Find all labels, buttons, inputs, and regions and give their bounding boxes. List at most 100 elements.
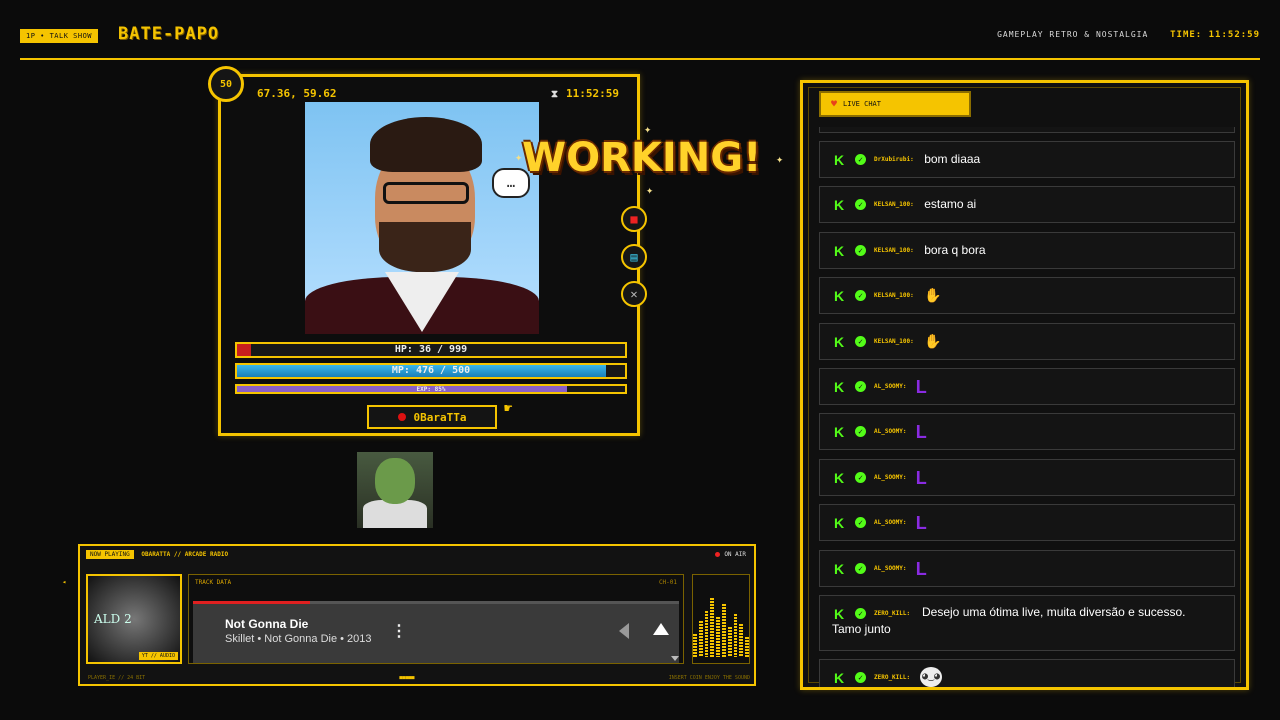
chat-message: K ✓ AL_SOOMY: L [819,504,1235,542]
chat-message: K ✓ AL_SOOMY: L [819,458,1235,496]
exp-label: EXP: 85% [416,386,446,393]
progress-bar[interactable] [193,601,310,604]
avatar-beard [379,222,471,272]
book-button[interactable]: ▤ [621,244,647,270]
top-bar: 1P • TALK SHOW BATE-PAPO GAMEPLAY RETRO … [20,22,1260,60]
clock-value: 11:52:59 [1208,30,1260,40]
heart-icon: ♥ [831,98,838,110]
eq-bar [745,637,749,657]
track-panel: TRACK DATA CH-01 Not Gonna Die Skillet •… [188,574,684,664]
emote-l: L [915,376,927,397]
eq-bar [722,604,726,657]
chat-message: K ✓ KELSAN_100: estamo ai [819,186,1235,224]
record-button[interactable]: ■ [621,206,647,232]
verified-icon: ✓ [855,672,866,684]
username-label: 0BaraTTa [413,410,467,424]
profile-card: 67.36, 59.62 ⧗ 11:52:59 HP: 36 / 999 MP: … [218,74,640,436]
chat-username[interactable]: KELSAN_100: [874,247,914,254]
eq-bar [727,627,732,657]
kick-icon: K [834,670,845,687]
live-dot-icon [397,413,406,421]
avatar [305,102,539,334]
eq-bar [710,598,715,657]
verified-icon: ✓ [855,471,866,483]
chevron-down-icon[interactable] [671,656,679,661]
chat-text: bom diaaa [924,152,981,166]
kick-icon: K [834,288,845,305]
webcam-thumbnail [357,452,433,528]
kick-icon: K [834,152,845,168]
avatar-hair [370,117,482,172]
working-overlay: WORKING! [522,135,762,181]
chat-username[interactable]: ZERO_KILL: [874,674,910,681]
wave-emote-icon: ✋ [924,333,942,350]
on-air-label: ON AIR [724,551,746,558]
previous-button[interactable] [619,623,629,639]
chat-username[interactable]: AL_SOOMY: [874,428,907,435]
more-options-icon[interactable]: ⋮ [391,621,407,641]
on-air-dot-icon [715,552,721,557]
verified-icon: ✓ [855,199,866,211]
verified-icon: ✓ [855,562,866,574]
hourglass-icon: ⧗ [550,89,559,100]
track-info: Not Gonna Die Skillet • Not Gonna Die • … [193,601,679,663]
category-tag: 1P • TALK SHOW [20,29,99,43]
footer-left: PLAYER_IE // 24 BIT [88,675,146,681]
level-badge: 50 [208,66,244,102]
kick-icon: K [834,378,845,395]
equalizer [692,574,750,664]
page-title: BATE-PAPO [118,24,220,44]
expand-button[interactable] [653,623,669,635]
kick-icon: K [834,333,845,350]
record-icon: ■ [630,212,638,226]
eq-bar [733,614,738,657]
close-icon: ✕ [630,287,638,301]
verified-icon: ✓ [855,517,866,529]
album-cover: ALD 2 YT // AUDIO [86,574,182,664]
avatar-glasses [383,182,469,204]
chat-message: K ✓ ZERO_KILL: Desejo uma ótima live, muita… [819,594,1235,651]
emote-l: L [915,467,927,488]
live-chat-title: LIVE CHAT [843,100,881,108]
speech-bubble-text: … [506,175,516,191]
player-footer: PLAYER_IE // 24 BIT ■■■■■ INSERT COIN EN… [88,675,750,681]
emote-l: L [915,558,927,579]
song-title: Not Gonna Die [225,617,309,631]
profile-time: ⧗ 11:52:59 [551,87,619,100]
close-button[interactable]: ✕ [621,281,647,307]
verified-icon: ✓ [855,426,866,438]
stream-subtitle: GAMEPLAY RETRO & NOSTALGIA [997,30,1149,39]
player-header: NOW PLAYING OBARATTA // ARCADE RADIO [86,550,228,559]
chat-message-list[interactable]: K ✓ DrXubirubi: bom diaaa K ✓ KELSAN_100: estam… [819,141,1235,687]
chat-username[interactable]: KELSAN_100: [874,292,914,299]
kick-icon: K [834,242,845,259]
sparkle-icon: ✦ [646,183,654,197]
kick-icon: K [834,560,845,577]
verified-icon: ✓ [855,380,866,392]
chat-username[interactable]: KELSAN_100: [874,201,914,208]
profile-time-value: 11:52:59 [566,87,619,100]
exp-bar: EXP: 85% [235,384,627,394]
kick-icon: K [834,515,845,532]
kick-icon: K [834,424,845,441]
chat-username[interactable]: KELSAN_100: [874,338,914,345]
chat-username[interactable]: AL_SOOMY: [874,565,907,572]
emote-l: L [915,422,927,443]
chat-message: K ✓ AL_SOOMY: L [819,413,1235,451]
chat-username[interactable]: AL_SOOMY: [874,519,907,526]
chat-username[interactable]: AL_SOOMY: [874,474,907,481]
arrow-right-icon: ◂ [62,578,67,586]
track-code: CH-01 [658,579,677,586]
kick-icon: K [834,469,845,486]
username-button[interactable]: 0BaraTTa [367,405,497,429]
sparkle-icon: ✦ [515,150,523,164]
chat-username[interactable]: DrXubirubi: [874,156,914,163]
chat-username[interactable]: AL_SOOMY: [874,383,907,390]
chat-text: bora q bora [924,242,986,257]
eq-bar [716,617,720,657]
clock-label: TIME: [1170,30,1203,40]
chat-message: K ✓ DrXubirubi: bom diaaa [819,141,1235,178]
emote-l: L [915,513,927,534]
live-chat-tab[interactable]: ♥ LIVE CHAT [819,91,971,117]
eq-bar [739,624,744,657]
